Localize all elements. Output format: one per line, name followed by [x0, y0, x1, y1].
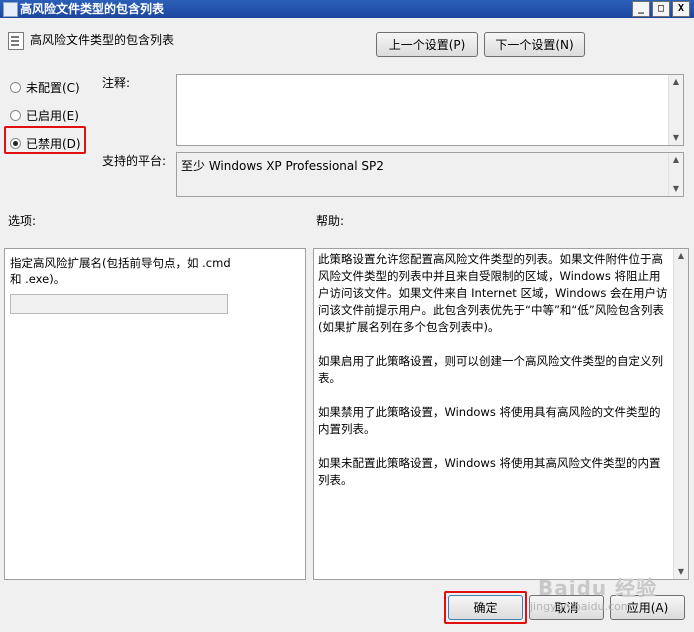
- policy-setting-icon: [8, 32, 24, 50]
- radio-label: 已启用(E): [26, 109, 79, 123]
- scroll-up-icon[interactable]: ▲: [674, 249, 688, 263]
- radio-enabled[interactable]: 已启用(E): [10, 107, 79, 124]
- window-title: 高风险文件类型的包含列表: [20, 2, 165, 16]
- options-text-line2: 和 .exe)。: [10, 272, 66, 286]
- options-panel: 指定高风险扩展名(包括前导句点，如 .cmd 和 .exe)。: [4, 248, 306, 580]
- comment-textarea[interactable]: ▲ ▼: [176, 74, 684, 146]
- scroll-down-icon[interactable]: ▼: [669, 182, 683, 196]
- options-label: 选项:: [8, 214, 37, 228]
- extensions-input[interactable]: [10, 294, 228, 314]
- options-description: 指定高风险扩展名(包括前导句点，如 .cmd 和 .exe)。: [10, 255, 231, 287]
- setting-title: 高风险文件类型的包含列表: [30, 33, 175, 47]
- previous-setting-button[interactable]: 上一个设置(P): [376, 32, 478, 57]
- window-icon: [3, 2, 18, 17]
- radio-label: 未配置(C): [26, 81, 80, 95]
- help-scrollbar[interactable]: ▲ ▼: [673, 249, 688, 579]
- platform-value: 至少 Windows XP Professional SP2: [181, 159, 384, 173]
- help-paragraph: 如果禁用了此策略设置，Windows 将使用具有高风险的文件类型的内置列表。: [318, 405, 661, 436]
- highlight-box-disabled: [4, 126, 86, 154]
- help-label: 帮助:: [316, 214, 345, 228]
- radio-circle[interactable]: [10, 110, 21, 121]
- window-controls: _ □ X: [632, 1, 690, 17]
- next-setting-button[interactable]: 下一个设置(N): [484, 32, 585, 57]
- help-paragraph: 如果启用了此策略设置，则可以创建一个高风险文件类型的自定义列表。: [318, 354, 663, 385]
- title-bar: 高风险文件类型的包含列表 _ □ X: [0, 0, 694, 18]
- watermark-logo: Baidu 经验: [538, 576, 658, 600]
- highlight-box-ok: [444, 591, 527, 624]
- scroll-up-icon[interactable]: ▲: [669, 153, 683, 167]
- scroll-down-icon[interactable]: ▼: [674, 565, 688, 579]
- radio-not-configured[interactable]: 未配置(C): [10, 79, 80, 96]
- platform-label: 支持的平台:: [102, 154, 167, 168]
- watermark-url: jingyan.baidu.com: [530, 600, 632, 613]
- help-panel: 此策略设置允许您配置高风险文件类型的列表。如果文件附件位于高风险文件类型的列表中…: [313, 248, 689, 580]
- platform-field: 至少 Windows XP Professional SP2 ▲ ▼: [176, 152, 684, 197]
- scroll-down-icon[interactable]: ▼: [669, 131, 683, 145]
- minimize-button[interactable]: _: [632, 1, 650, 17]
- help-paragraph: 此策略设置允许您配置高风险文件类型的列表。如果文件附件位于高风险文件类型的列表中…: [318, 252, 668, 334]
- platform-scrollbar[interactable]: ▲ ▼: [668, 153, 683, 196]
- help-paragraph: 如果未配置此策略设置，Windows 将使用其高风险文件类型的内置列表。: [318, 456, 661, 487]
- radio-circle[interactable]: [10, 82, 21, 93]
- maximize-button[interactable]: □: [652, 1, 670, 17]
- help-text: 此策略设置允许您配置高风险文件类型的列表。如果文件附件位于高风险文件类型的列表中…: [318, 251, 668, 506]
- close-button[interactable]: X: [672, 1, 690, 17]
- comment-scrollbar[interactable]: ▲ ▼: [668, 75, 683, 145]
- comment-label: 注释:: [102, 76, 131, 90]
- options-text-line1: 指定高风险扩展名(包括前导句点，如 .cmd: [10, 256, 231, 270]
- scroll-up-icon[interactable]: ▲: [669, 75, 683, 89]
